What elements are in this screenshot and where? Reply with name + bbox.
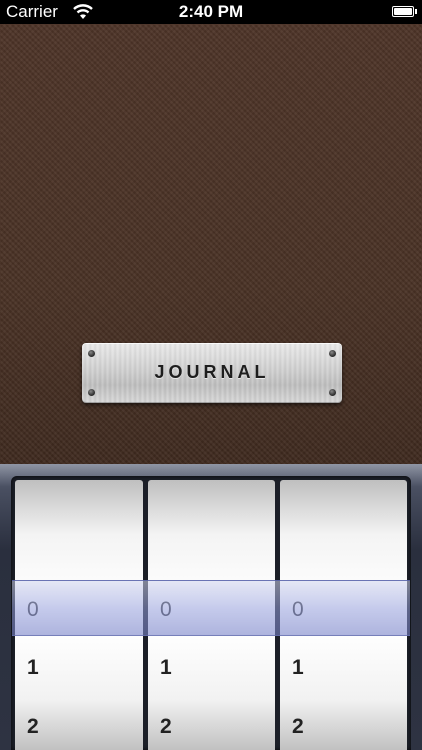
wheel-2-after-value[interactable]: 2 [160, 715, 172, 739]
journal-title: JOURNAL [154, 362, 270, 382]
picker-wheel-2[interactable]: 0 1 2 [148, 480, 275, 750]
clock-time: 2:40 PM [178, 2, 244, 21]
wheel-3-selected-value[interactable]: 0 [292, 598, 304, 622]
battery-icon [392, 6, 414, 17]
screw-icon [329, 389, 336, 396]
wheel-3-after-value[interactable]: 2 [292, 715, 304, 739]
status-bar: Carrier 2:40 PM [0, 0, 422, 24]
screw-icon [88, 389, 95, 396]
wheel-1-after-value[interactable]: 2 [27, 715, 39, 739]
picker-wheel-3[interactable]: 0 1 2 [280, 480, 407, 750]
passcode-picker: 0 1 2 0 1 2 0 1 2 [11, 476, 411, 750]
wheel-2-selected-value[interactable]: 0 [160, 598, 172, 622]
screw-icon [329, 350, 336, 357]
picker-wheel-1[interactable]: 0 1 2 [15, 480, 143, 750]
journal-plate: JOURNAL [82, 343, 342, 403]
screw-icon [88, 350, 95, 357]
wheel-1-selected-value[interactable]: 0 [27, 598, 39, 622]
battery-tip [415, 9, 417, 14]
wheel-3-next-value[interactable]: 1 [292, 656, 304, 680]
wheel-2-next-value[interactable]: 1 [160, 656, 172, 680]
wheel-1-next-value[interactable]: 1 [27, 656, 39, 680]
